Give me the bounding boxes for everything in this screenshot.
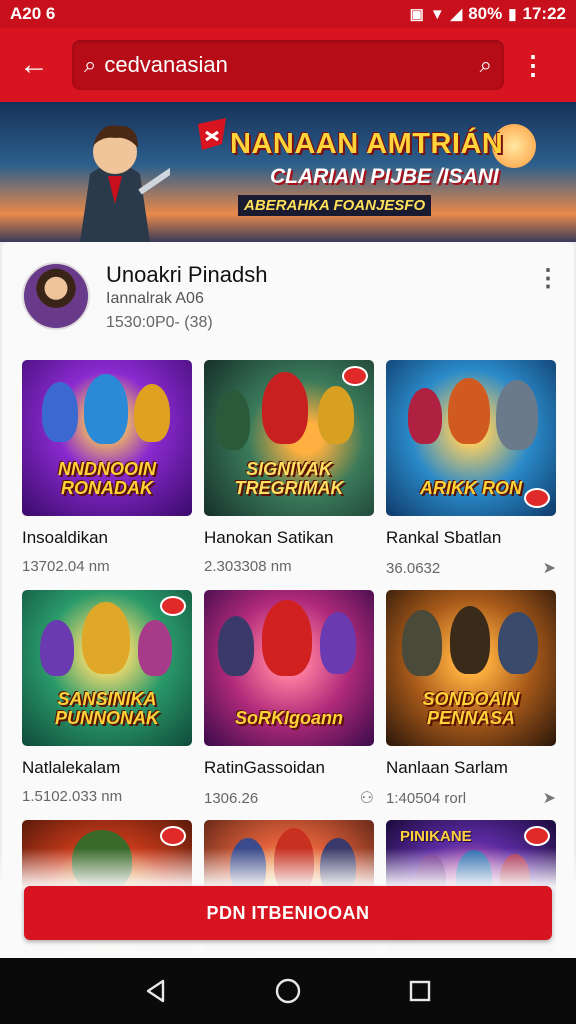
creator-header[interactable]: Unoakri Pinadsh Iannalrak A06 1530:0P0- …	[22, 260, 562, 340]
game-thumbnail[interactable]: SONDOAIN PENNASA	[386, 590, 556, 746]
game-title-art: SANSINIKA PUNNONAK	[54, 689, 159, 729]
game-meta-text: 1.5102.033 nm	[22, 788, 123, 805]
game-tile[interactable]: SONDOAIN PENNASA Nanlaan Sarlam 1:40504 …	[386, 590, 556, 808]
game-title: Insoaldikan	[22, 528, 109, 547]
banner-tagline: ABERAHKA FOANJESFO	[238, 195, 432, 216]
nav-back-button[interactable]	[136, 971, 176, 1011]
search-input[interactable]: ⌕ cedvanasian ⌕	[72, 40, 504, 90]
more-vert-icon: ⋮	[520, 49, 546, 80]
search-icon: ⌕	[84, 52, 97, 77]
game-meta: 36.0632 ➤	[386, 558, 556, 578]
banner-text: NANAAN AMTRIÁN CLARIAN PIJBE /ISANI ABER…	[230, 128, 530, 216]
game-title-art: SoRKIgoann	[235, 708, 343, 729]
system-nav-bar	[0, 958, 576, 1024]
status-time: 17:22	[522, 4, 566, 23]
search-query: cedvanasian	[104, 52, 228, 77]
game-meta-text: 1306.26	[204, 789, 259, 807]
game-thumbnail[interactable]: SIGNIVAK TREGRIMAK	[204, 360, 374, 516]
game-title-art: PINIKANE	[400, 828, 472, 845]
signal-icon: ◢	[450, 6, 463, 23]
ribbon-icon	[198, 118, 226, 150]
avatar[interactable]	[22, 262, 90, 330]
game-meta-text: 1:40504 rorl	[386, 789, 467, 807]
creator-stats: 1530:0P0- (38)	[106, 314, 213, 331]
game-meta-text: 2.303308 nm	[204, 558, 292, 575]
game-meta: 13702.04 nm	[22, 558, 192, 575]
game-thumbnail[interactable]: SANSINIKA PUNNONAK	[22, 590, 192, 746]
status-right: ▣ ▼ ◢ 80% ▮ 17:22	[410, 4, 566, 24]
game-tile[interactable]: SoRKIgoann RatinGassoidan 1306.26 ⚇	[204, 590, 374, 808]
game-meta: 2.303308 nm	[204, 558, 374, 575]
notification-icon: ▣	[409, 6, 424, 23]
game-title-art: SIGNIVAK TREGRIMAK	[234, 459, 344, 499]
wifi-icon: ▼	[429, 5, 445, 23]
game-meta: 1306.26 ⚇	[204, 788, 374, 808]
game-tile[interactable]: SANSINIKA PUNNONAK Natlalekalam 1.5102.0…	[22, 590, 192, 805]
game-thumbnail[interactable]: NNDNOOIN RONADAK	[22, 360, 192, 516]
game-tile[interactable]: ARIKK RON Rankal Sbatlan 36.0632 ➤	[386, 360, 556, 578]
game-title-art: SONDOAIN PENNASA	[422, 689, 520, 729]
game-thumbnail[interactable]: SoRKIgoann	[204, 590, 374, 746]
arrow-left-icon: ←	[19, 48, 49, 81]
square-recents-icon	[409, 980, 431, 1002]
game-title: Natlalekalam	[22, 758, 121, 777]
promo-banner[interactable]: NANAAN AMTRIÁN CLARIAN PIJBE /ISANI ABER…	[0, 102, 576, 242]
creator-more-button[interactable]: ⋮	[536, 264, 560, 293]
badge-icon	[160, 596, 186, 616]
link-icon[interactable]: ⚇	[360, 788, 374, 808]
game-title: RatinGassoidan	[204, 758, 325, 777]
badge-icon	[342, 366, 368, 386]
banner-headline: NANAAN AMTRIÁN	[230, 128, 504, 160]
status-left-text: A20 6	[10, 4, 56, 23]
mascot-image	[80, 125, 170, 242]
share-icon[interactable]: ➤	[543, 788, 556, 808]
game-tile[interactable]: NNDNOOIN RONADAK Insoaldikan 13702.04 nm	[22, 360, 192, 575]
search-submit-icon[interactable]: ⌕	[480, 52, 492, 78]
game-tile[interactable]: SIGNIVAK TREGRIMAK Hanokan Satikan 2.303…	[204, 360, 374, 575]
overflow-menu-button[interactable]: ⋮	[518, 41, 548, 89]
triangle-back-icon	[146, 979, 165, 1003]
game-title: Rankal Sbatlan	[386, 528, 502, 547]
game-meta: 1.5102.033 nm	[22, 788, 192, 805]
battery-percent: 80%	[468, 4, 503, 23]
back-button[interactable]: ←	[10, 41, 58, 89]
game-meta: 1:40504 rorl ➤	[386, 788, 556, 808]
game-title-art: NNDNOOIN RONADAK	[58, 459, 156, 499]
status-bar: A20 6 ▣ ▼ ◢ 80% ▮ 17:22	[0, 0, 576, 28]
app-bar: ← ⌕ cedvanasian ⌕ ⋮	[0, 28, 576, 102]
share-icon[interactable]: ➤	[543, 558, 556, 578]
game-meta-text: 13702.04 nm	[22, 558, 110, 575]
badge-icon	[524, 826, 550, 846]
game-meta-text: 36.0632	[386, 559, 441, 577]
battery-icon: ▮	[508, 6, 517, 23]
creator-handle: Iannalrak A06	[106, 290, 204, 307]
primary-cta-button[interactable]: PDN ITBENIOOAN	[24, 886, 552, 940]
circle-home-icon	[275, 978, 301, 1004]
nav-recents-button[interactable]	[400, 971, 440, 1011]
game-thumbnail[interactable]: ARIKK RON	[386, 360, 556, 516]
nav-home-button[interactable]	[268, 971, 308, 1011]
banner-subheadline: CLARIAN PIJBE /ISANI	[270, 165, 499, 188]
game-title: Hanokan Satikan	[204, 528, 334, 547]
game-title-art: ARIKK RON	[420, 478, 522, 499]
game-title: Nanlaan Sarlam	[386, 758, 508, 777]
badge-icon	[160, 826, 186, 846]
creator-name: Unoakri Pinadsh	[106, 262, 268, 287]
